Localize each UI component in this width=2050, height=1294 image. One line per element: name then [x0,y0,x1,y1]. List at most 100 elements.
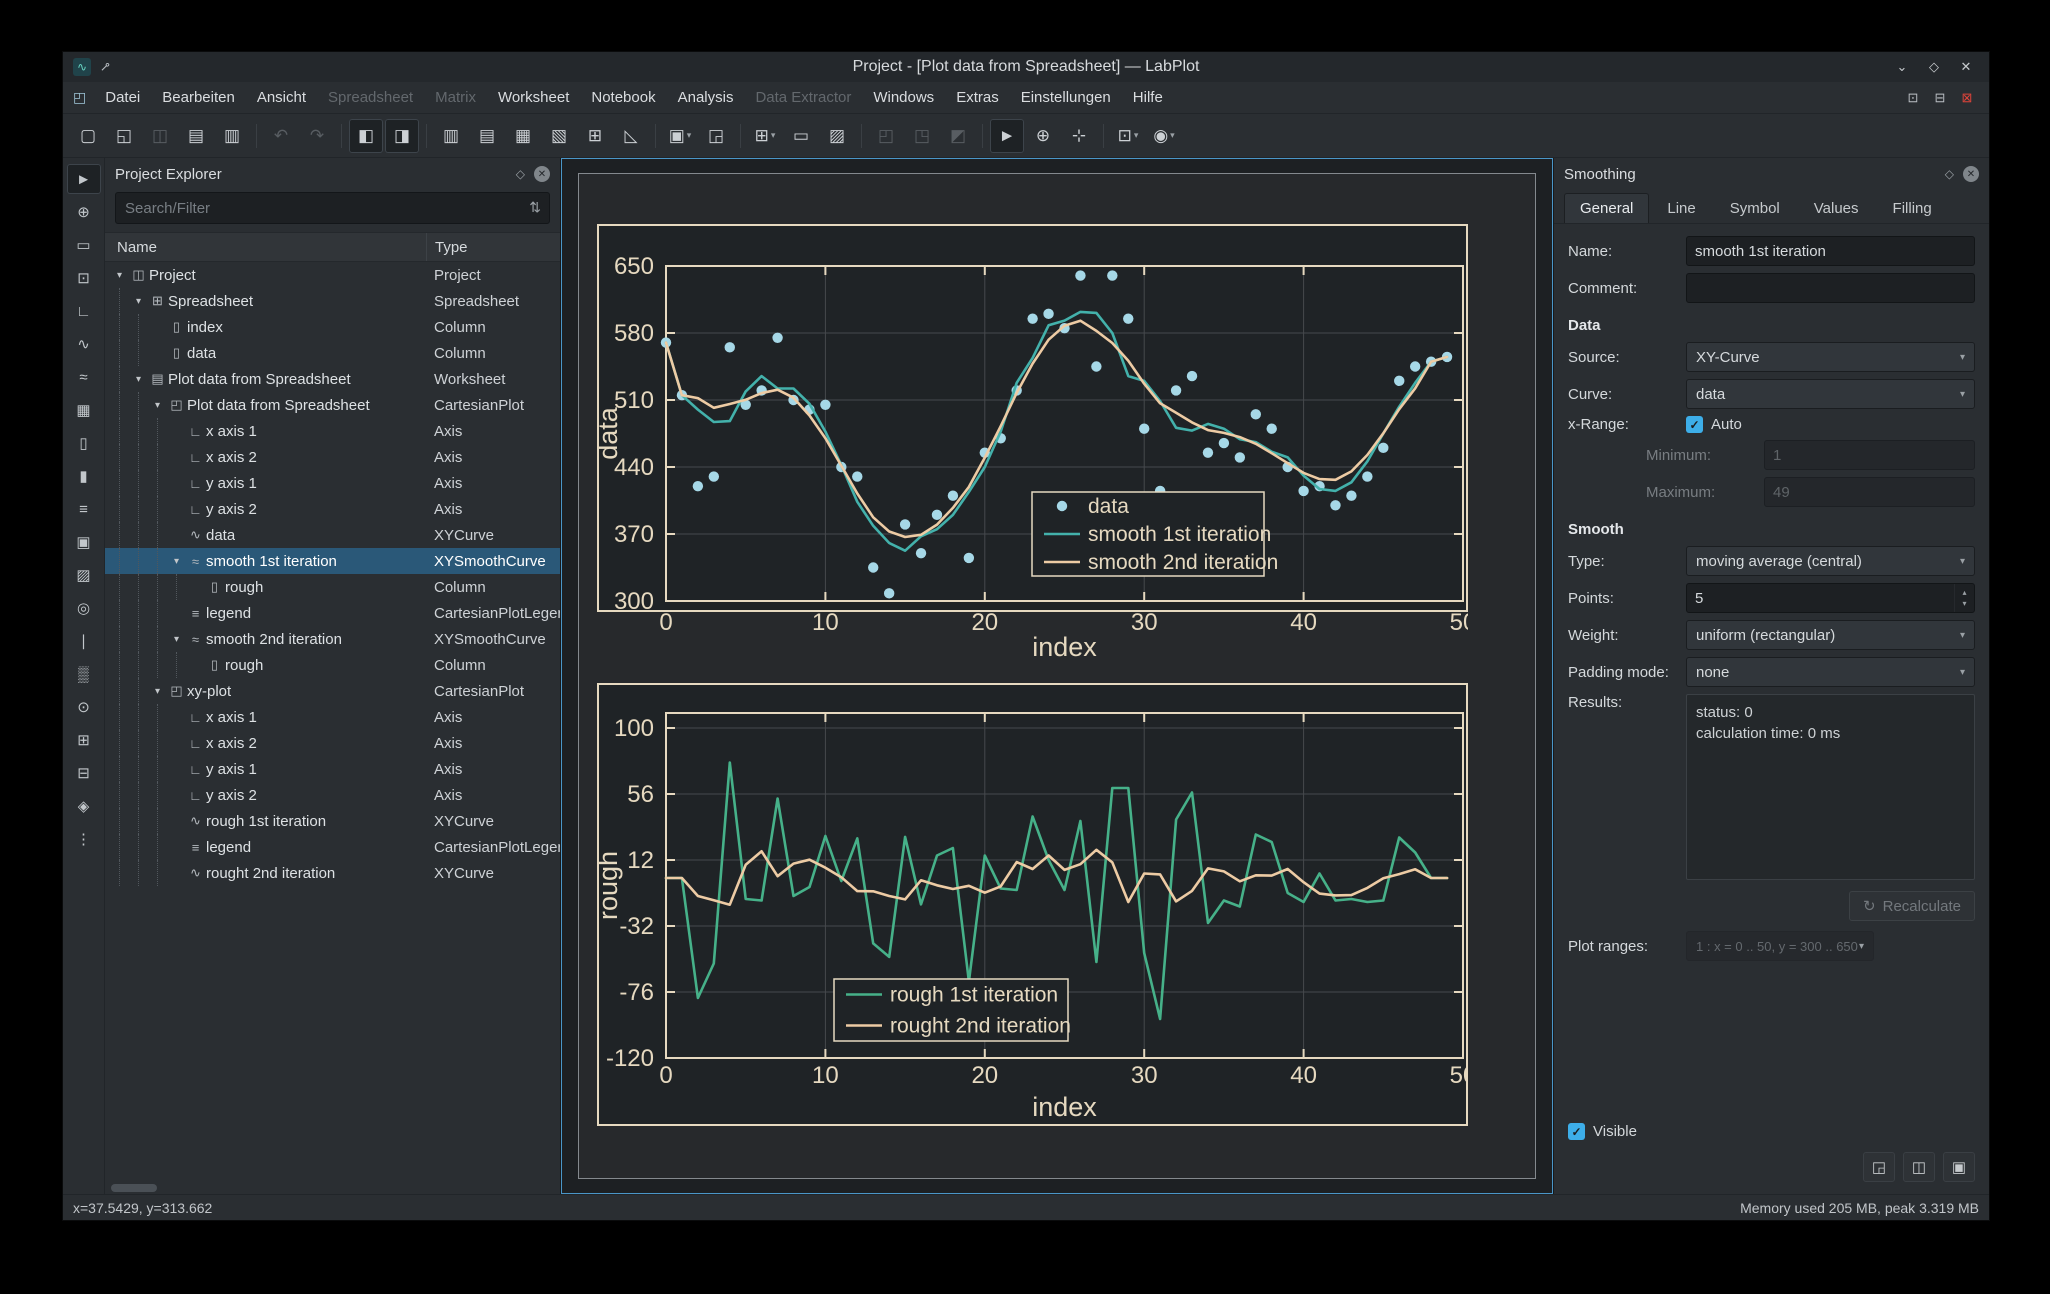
expander-icon[interactable]: ▾ [130,374,147,385]
print-button[interactable]: ▤ [179,119,213,153]
close-subwindow-button[interactable]: ⊠ [1957,88,1977,108]
zoom-fit-tool[interactable]: ◈ [67,791,101,821]
tab-line[interactable]: Line [1651,193,1711,223]
column-header-name[interactable]: Name [105,239,426,256]
magnification-dropdown[interactable]: ◉▾ [1147,119,1181,153]
tree-row-project[interactable]: ▾◫ProjectProject [105,262,560,288]
add-xy-curve-tool[interactable]: ∿ [67,329,101,359]
filter-options-icon[interactable]: ⇅ [529,199,541,216]
fit-selection-button[interactable]: ⊞ [578,119,612,153]
save-template-button[interactable]: ◫ [1903,1152,1935,1182]
add-reference-line-tool[interactable]: ∣ [67,626,101,656]
float-panel-icon[interactable]: ◇ [1945,167,1954,181]
tree-row-y-axis-1[interactable]: ∟y axis 1Axis [105,470,560,496]
menu-datei[interactable]: Datei [94,82,151,113]
name-field[interactable] [1686,236,1975,266]
expander-icon[interactable]: ▾ [149,686,166,697]
toggle-properties-dock-button[interactable]: ◨ [385,119,419,153]
menu-extras[interactable]: Extras [945,82,1010,113]
expander-icon[interactable]: ▾ [130,296,147,307]
source-select[interactable]: XY-Curve ▾ [1686,342,1975,372]
tree-row-data[interactable]: ∿dataXYCurve [105,522,560,548]
export-worksheet-button[interactable]: ◲ [699,119,733,153]
tab-symbol[interactable]: Symbol [1714,193,1796,223]
zoom-in-tool[interactable]: ⊞ [67,725,101,755]
expander-icon[interactable]: ▾ [168,556,185,567]
add-histogram-tool[interactable]: ▦ [67,395,101,425]
close-panel-icon[interactable]: ✕ [534,166,550,182]
zoom-out-tool[interactable]: ⊟ [67,758,101,788]
menu-hilfe[interactable]: Hilfe [1122,82,1174,113]
erase-button[interactable]: ◺ [614,119,648,153]
tree-row-rought-2nd-iteration[interactable]: ∿rought 2nd iterationXYCurve [105,860,560,886]
tree-row-plot-data-from-spreadsheet[interactable]: ▾▤Plot data from SpreadsheetWorksheet [105,366,560,392]
search-input[interactable] [115,192,550,224]
add-plot-dropdown[interactable]: ⊞▾ [748,119,782,153]
menu-windows[interactable]: Windows [862,82,945,113]
break-layout-button[interactable]: ▧ [542,119,576,153]
menu-analysis[interactable]: Analysis [667,82,745,113]
tab-filling[interactable]: Filling [1877,193,1948,223]
horizontal-scrollbar[interactable] [105,1182,560,1194]
add-text-label-button[interactable]: ▭ [784,119,818,153]
select-mode-button[interactable]: ► [990,119,1024,153]
close-button[interactable]: ✕ [1953,56,1979,78]
tree-row-x-axis-2[interactable]: ∟x axis 2Axis [105,730,560,756]
more-tools[interactable]: ⋮ [67,824,101,854]
column-header-type[interactable]: Type [426,233,560,261]
tree-row-smooth-1st-iteration[interactable]: ▾≈smooth 1st iterationXYSmoothCurve [105,548,560,574]
tree-row-legend[interactable]: ≡legendCartesianPlotLegend [105,600,560,626]
minimize-subwindow-button[interactable]: ⊟ [1930,88,1950,108]
crosshair-tool[interactable]: ⊕ [67,197,101,227]
horizontal-layout-button[interactable]: ▤ [470,119,504,153]
tree-row-legend[interactable]: ≡legendCartesianPlotLegend [105,834,560,860]
auto-checkbox[interactable]: ✓ [1686,416,1703,433]
menu-worksheet[interactable]: Worksheet [487,82,580,113]
add-boxplot-tool[interactable]: ▯ [67,428,101,458]
apply-template-button[interactable]: ▣ [1943,1152,1975,1182]
add-text-label-tool[interactable]: ▣ [67,527,101,557]
tree-row-y-axis-2[interactable]: ∟y axis 2Axis [105,782,560,808]
menu-einstellungen[interactable]: Einstellungen [1010,82,1122,113]
grid-layout-button[interactable]: ▦ [506,119,540,153]
navigate-mode-button[interactable]: ⊹ [1062,119,1096,153]
points-field[interactable] [1686,583,1975,613]
close-panel-icon[interactable]: ✕ [1963,166,1979,182]
xy-plot-rough-chart[interactable]: 01020304050-120-76-321256100indexroughro… [597,683,1468,1126]
visible-checkbox[interactable]: ✓ [1568,1123,1585,1140]
tree-row-spreadsheet[interactable]: ▾⊞SpreadsheetSpreadsheet [105,288,560,314]
spin-up-icon[interactable]: ▴ [1962,588,1966,597]
tree-row-y-axis-1[interactable]: ∟y axis 1Axis [105,756,560,782]
toggle-project-explorer-button[interactable]: ◧ [349,119,383,153]
new-worksheet-element-dropdown[interactable]: ▣▾ [663,119,697,153]
maximize-button[interactable]: ◇ [1921,56,1947,78]
vertical-layout-button[interactable]: ▥ [434,119,468,153]
tree-row-smooth-2nd-iteration[interactable]: ▾≈smooth 2nd iterationXYSmoothCurve [105,626,560,652]
weight-select[interactable]: uniform (rectangular) ▾ [1686,620,1975,650]
menu-bearbeiten[interactable]: Bearbeiten [151,82,246,113]
expander-icon[interactable]: ▾ [149,400,166,411]
zoom-mode-dropdown[interactable]: ⊡▾ [1111,119,1145,153]
plot-data-from-spreadsheet-chart[interactable]: 01020304050300370440510580650indexdatada… [597,224,1468,661]
crosshair-mode-button[interactable]: ⊕ [1026,119,1060,153]
curve-select[interactable]: data ▾ [1686,379,1975,409]
expander-icon[interactable]: ▾ [111,270,128,281]
tree-row-plot-data-from-spreadsheet[interactable]: ▾◰Plot data from SpreadsheetCartesianPlo… [105,392,560,418]
add-reference-range-tool[interactable]: ▒ [67,659,101,689]
load-template-button[interactable]: ◲ [1863,1152,1895,1182]
select-tool[interactable]: ► [67,164,101,194]
tree-row-index[interactable]: ▯indexColumn [105,314,560,340]
print-preview-button[interactable]: ▥ [215,119,249,153]
tab-values[interactable]: Values [1798,193,1875,223]
float-panel-icon[interactable]: ◇ [516,167,525,181]
add-image-button[interactable]: ▨ [820,119,854,153]
worksheet-page[interactable]: 01020304050300370440510580650indexdatada… [578,173,1536,1179]
smooth-type-select[interactable]: moving average (central) ▾ [1686,546,1975,576]
add-info-element-tool[interactable]: ◎ [67,593,101,623]
tree-row-rough[interactable]: ▯roughColumn [105,652,560,678]
restore-subwindow-button[interactable]: ⊡ [1903,88,1923,108]
add-legend-tool[interactable]: ≡ [67,494,101,524]
zoom-select-tool[interactable]: ⊡ [67,263,101,293]
tree-column-headers[interactable]: Name Type [105,232,560,262]
add-image-tool[interactable]: ▨ [67,560,101,590]
